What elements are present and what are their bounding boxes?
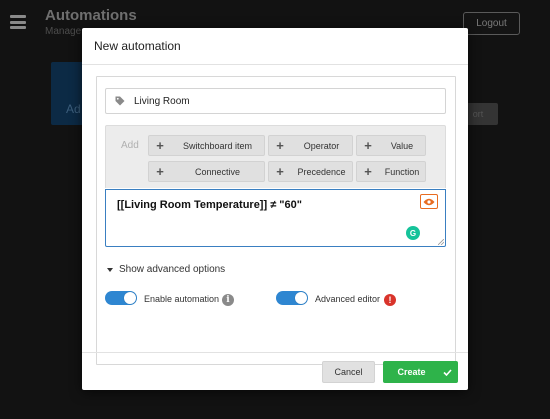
- plus-icon: +: [364, 138, 372, 153]
- preview-toggle-button[interactable]: [420, 194, 438, 209]
- automation-name-value: Living Room: [134, 95, 190, 107]
- expression-builder: Add + Switchboard item + Operator + Valu…: [105, 125, 446, 188]
- plus-icon: +: [156, 164, 164, 179]
- check-icon: [436, 368, 458, 376]
- enable-automation-switch[interactable]: [105, 291, 137, 305]
- plus-icon: +: [156, 138, 164, 153]
- create-button[interactable]: Create: [383, 361, 458, 383]
- background-card-text: Ad: [66, 102, 81, 116]
- token-label: Precedence: [297, 166, 346, 177]
- dialog-title: New automation: [94, 39, 181, 53]
- resize-handle-icon[interactable]: [438, 239, 444, 245]
- create-button-label: Create: [397, 367, 426, 377]
- logout-button[interactable]: Logout: [463, 12, 520, 35]
- caret-down-icon: [107, 267, 113, 272]
- warning-icon[interactable]: !: [384, 294, 396, 306]
- dialog-body: Living Room Add + Switchboard item + Ope…: [96, 76, 456, 365]
- show-advanced-options-toggle[interactable]: Show advanced options: [107, 264, 225, 275]
- token-label: Value: [390, 140, 414, 151]
- info-icon[interactable]: i: [222, 294, 234, 306]
- add-function-button[interactable]: + Function: [356, 161, 426, 182]
- cancel-button[interactable]: Cancel: [322, 361, 375, 383]
- add-value-button[interactable]: + Value: [356, 135, 426, 156]
- expression-text: [[Living Room Temperature]] ≠ "60": [117, 199, 302, 211]
- advanced-editor-label: Advanced editor: [315, 294, 381, 304]
- enable-automation-label: Enable automation: [144, 294, 220, 304]
- app-title: Automations: [45, 7, 137, 24]
- plus-icon: +: [276, 138, 284, 153]
- add-precedence-button[interactable]: + Precedence: [268, 161, 353, 182]
- new-automation-dialog: New automation Living Room Add + Switchb…: [82, 28, 468, 390]
- plus-icon: +: [276, 164, 284, 179]
- token-label: Function: [384, 166, 420, 177]
- add-connective-button[interactable]: + Connective: [148, 161, 265, 182]
- dialog-header: New automation: [82, 28, 468, 65]
- add-label: Add: [121, 140, 139, 151]
- dialog-footer: Cancel Create: [82, 352, 468, 390]
- advanced-editor-switch[interactable]: [276, 291, 308, 305]
- eye-icon: [423, 198, 435, 205]
- token-label: Operator: [303, 140, 340, 151]
- token-label: Switchboard item: [182, 140, 253, 151]
- app-subtitle: Manage: [45, 26, 82, 37]
- token-label: Connective: [194, 166, 241, 177]
- show-advanced-options-label: Show advanced options: [119, 264, 226, 275]
- expression-editor[interactable]: [[Living Room Temperature]] ≠ "60" G: [105, 189, 446, 247]
- hamburger-icon[interactable]: [10, 15, 26, 29]
- plus-icon: +: [364, 164, 372, 179]
- tag-icon: [115, 96, 125, 106]
- grammarly-icon[interactable]: G: [406, 226, 420, 240]
- add-operator-button[interactable]: + Operator: [268, 135, 353, 156]
- add-switchboard-item-button[interactable]: + Switchboard item: [148, 135, 265, 156]
- automation-name-input[interactable]: Living Room: [105, 88, 446, 114]
